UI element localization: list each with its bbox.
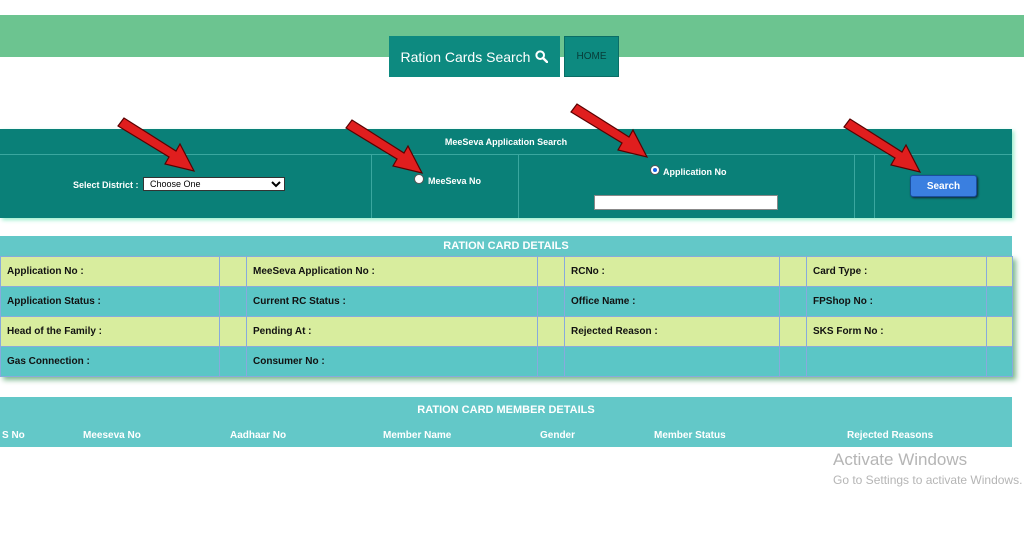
field-label: Head of the Family :	[0, 316, 220, 347]
field-label: Pending At :	[246, 316, 538, 347]
column-header-member-status: Member Status	[654, 430, 726, 441]
ration-cards-search-button[interactable]: Ration Cards Search	[389, 36, 560, 77]
field-label: Consumer No :	[246, 346, 538, 377]
search-button[interactable]: Search	[910, 175, 977, 197]
field-label: MeeSeva Application No :	[246, 256, 538, 287]
column-header-sno: S No	[2, 430, 25, 441]
column-header-meeseva-no: Meeseva No	[83, 430, 141, 441]
table-row: Head of the Family : Pending At : Reject…	[0, 316, 1013, 347]
activate-windows-watermark: Activate Windows	[833, 450, 968, 469]
field-label: SKS Form No :	[806, 316, 987, 347]
table-row: Application No : MeeSeva Application No …	[0, 256, 1013, 287]
column-header-gender: Gender	[540, 430, 576, 441]
ration-card-details-table: Application No : MeeSeva Application No …	[0, 256, 1013, 377]
application-no-input[interactable]	[594, 195, 778, 210]
field-label: Gas Connection :	[0, 346, 220, 377]
table-row: Gas Connection : Consumer No :	[0, 346, 1013, 377]
field-label: Application Status :	[0, 286, 220, 317]
ration-card-details-title: RATION CARD DETAILS	[0, 236, 1012, 256]
activate-windows-hint: Go to Settings to activate Windows.	[833, 473, 1023, 487]
select-district-label: Select District :	[73, 180, 139, 190]
home-button[interactable]: HOME	[564, 36, 619, 77]
application-no-radio[interactable]	[650, 165, 660, 175]
meeseva-no-label: MeeSeva No	[428, 176, 482, 186]
ration-cards-search-label: Ration Cards Search	[400, 48, 531, 65]
field-label	[564, 346, 780, 377]
district-select[interactable]: Choose One	[143, 177, 285, 191]
field-label: FPShop No :	[806, 286, 987, 317]
column-header-rejected-reasons: Rejected Reasons	[847, 430, 934, 441]
member-details-title: RATION CARD MEMBER DETAILS	[417, 404, 595, 416]
table-row: Application Status : Current RC Status :…	[0, 286, 1013, 317]
field-label: Card Type :	[806, 256, 987, 287]
red-arrow-icon	[570, 103, 649, 158]
field-label: Office Name :	[564, 286, 780, 317]
column-header-member-name: Member Name	[383, 430, 452, 441]
field-label: Application No :	[0, 256, 220, 287]
red-arrow-icon	[345, 119, 424, 174]
field-label: Rejected Reason :	[564, 316, 780, 347]
application-no-label: Application No	[663, 167, 727, 177]
member-details-panel: RATION CARD MEMBER DETAILS S No Meeseva …	[0, 397, 1012, 447]
red-arrow-icon	[117, 117, 196, 172]
divider	[518, 155, 519, 218]
field-label: Current RC Status :	[246, 286, 538, 317]
field-label	[806, 346, 987, 377]
search-icon	[535, 50, 549, 63]
field-label: RCNo :	[564, 256, 780, 287]
column-header-aadhaar-no: Aadhaar No	[230, 430, 287, 441]
red-arrow-icon	[843, 118, 922, 173]
home-label: HOME	[576, 51, 607, 62]
